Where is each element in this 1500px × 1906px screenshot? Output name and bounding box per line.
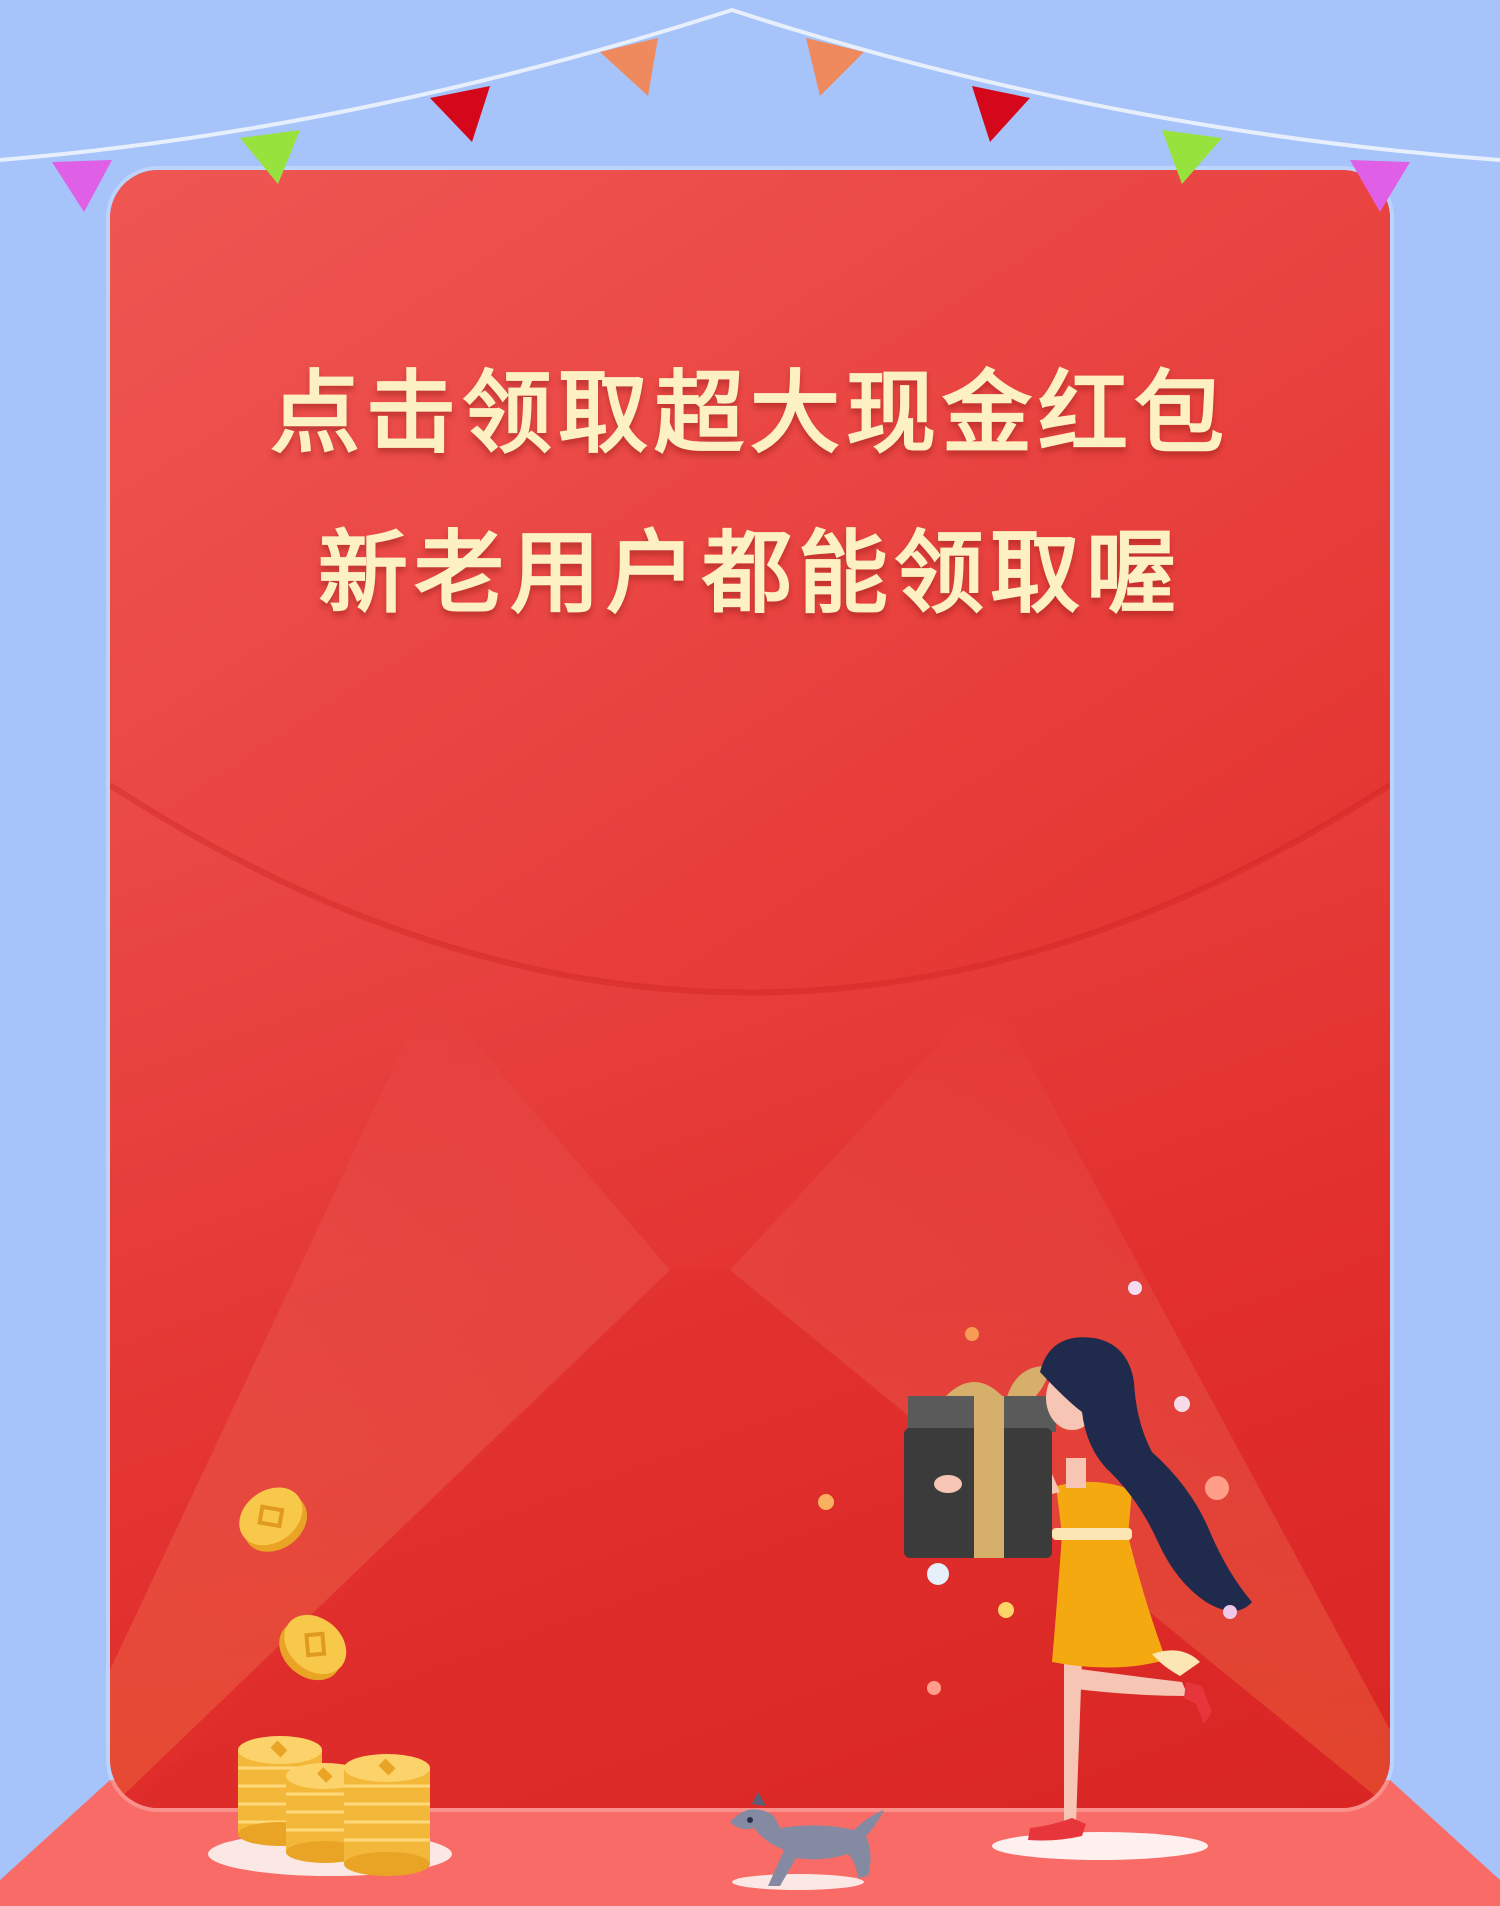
poster: 点击领取超大现金红包 新老用户都能领取喔 — [0, 0, 1500, 1906]
figure-shadow — [992, 1832, 1208, 1860]
claim-red-envelope-area[interactable] — [110, 170, 1390, 1808]
